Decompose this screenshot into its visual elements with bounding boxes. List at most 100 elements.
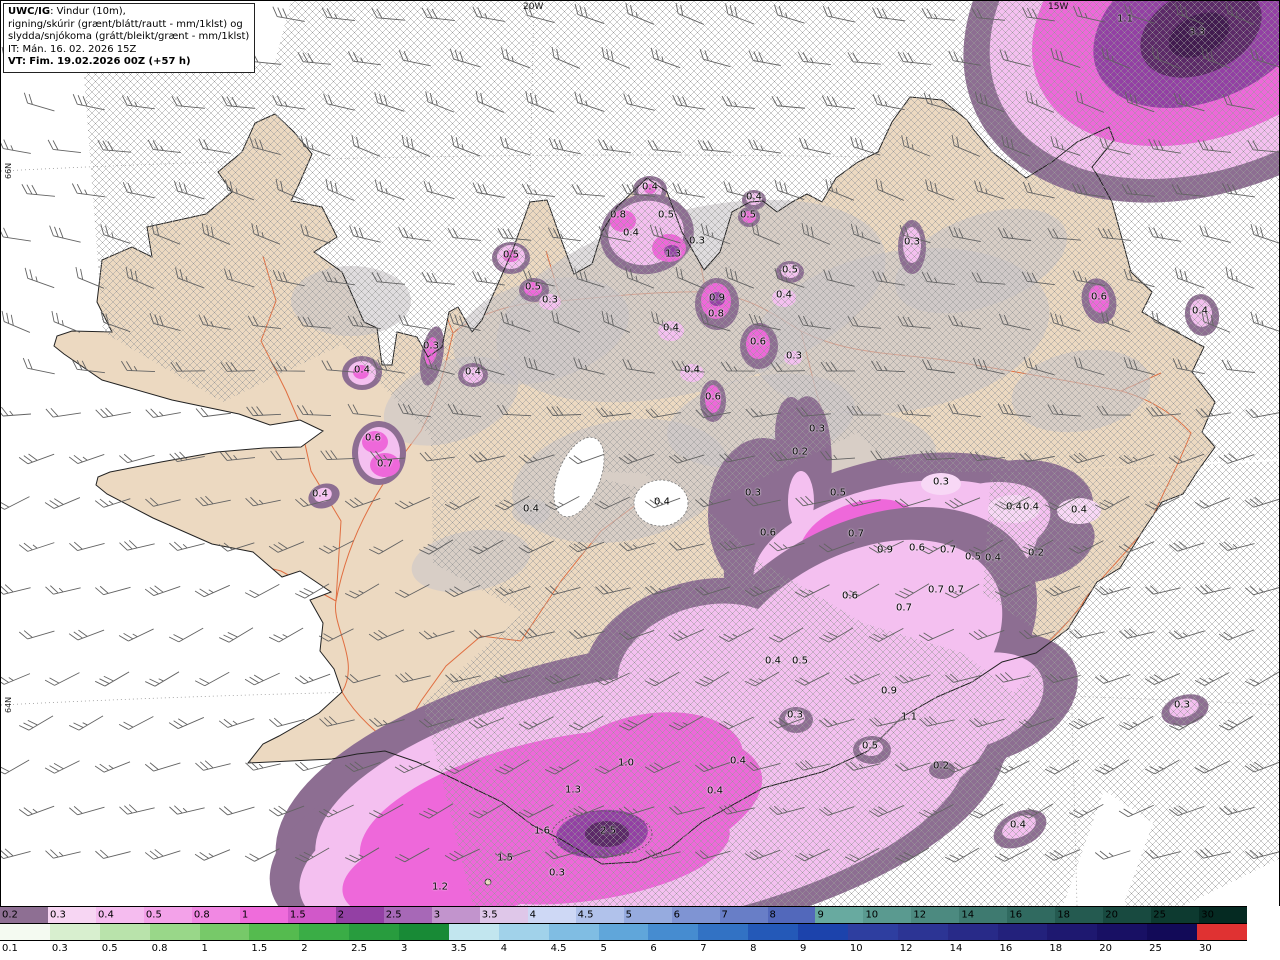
- precip-value-label: 0.5: [830, 487, 846, 499]
- precip-value-label: 0.4: [684, 364, 700, 376]
- rain-scale-tick-label: 3.5: [450, 943, 467, 954]
- precip-value-label: 1.3: [565, 784, 581, 796]
- sleet-scale-cell: 18: [1055, 907, 1104, 923]
- precip-value-label: 0.5: [658, 209, 674, 221]
- precip-value-label: 0.9: [877, 544, 893, 556]
- init-time: IT: Mán. 16. 02. 2026 15Z: [8, 44, 249, 57]
- precip-value-label: 0.3: [933, 476, 949, 488]
- rain-scale-cell: [299, 924, 350, 940]
- precip-value-label: 0.4: [1006, 501, 1022, 513]
- precip-value-label: 0.4: [765, 655, 781, 667]
- sleet-scale-tick-label: 9: [817, 909, 824, 921]
- precip-value-label: 0.4: [776, 289, 792, 301]
- precip-value-label: 0.7: [940, 544, 956, 556]
- precip-value-label: 3.3: [1189, 26, 1205, 38]
- rain-scale-tick-label: 20: [1099, 943, 1112, 954]
- sleet-scale-tick-label: 2.5: [385, 909, 402, 921]
- rain-scale-cell: [1097, 924, 1148, 940]
- sleet-scale-cell: 1: [239, 907, 288, 923]
- sleet-scale-tick-label: 0.2: [2, 909, 18, 921]
- sleet-scale-tick-label: 5: [625, 909, 632, 921]
- sleet-scale-cell: 7: [719, 907, 768, 923]
- precip-value-label: 0.7: [848, 528, 864, 540]
- rain-scale-cell: [947, 924, 998, 940]
- precip-value-label: 0.4: [1192, 305, 1208, 317]
- sleet-scale-cell: 6: [671, 907, 720, 923]
- sleet-scale-tick-label: 25: [1153, 909, 1166, 921]
- sleet-scale-tick-label: 18: [1057, 909, 1071, 921]
- precip-value-label: 0.8: [610, 209, 626, 221]
- title-line3: slydda/snjókoma (grátt/bleikt/grænt - mm…: [8, 31, 250, 42]
- title-line1: UWC/IG: Vindur (10m),: [8, 6, 249, 19]
- sleet-scale-cell: 0.4: [95, 907, 144, 923]
- rain-scale-tick-label: 16: [999, 943, 1013, 954]
- sleet-scale-cell: 12: [911, 907, 960, 923]
- precip-value-label: 0.7: [377, 458, 393, 470]
- sleet-scale-tick-label: 3.5: [481, 909, 498, 921]
- title-line1-rest: : Vindur (10m),: [50, 6, 126, 17]
- precip-value-label: 0.6: [750, 336, 766, 348]
- map-canvas: [1, 1, 1279, 906]
- rain-scale-cell: [448, 924, 499, 940]
- rain-scale-tick-label: 0.5: [101, 943, 118, 954]
- precip-value-label: 0.5: [525, 281, 541, 293]
- sleet-scale-cell: 0.2: [0, 907, 48, 923]
- precip-value-label: 0.4: [1071, 504, 1087, 516]
- rain-scale-tick-label: 5: [600, 943, 607, 954]
- precip-value-label: 1.1: [901, 711, 917, 723]
- valid-time-label: VT:: [8, 56, 27, 67]
- rain-scale-tick-label: 9: [800, 943, 807, 954]
- rain-scale-tick-label: 1: [201, 943, 208, 954]
- precip-value-label: 0.2: [792, 446, 808, 458]
- sleet-scale-tick-label: 0.8: [193, 909, 210, 921]
- rain-scale-tick-label: 30: [1199, 943, 1212, 954]
- sleet-scale-cell: 8: [767, 907, 816, 923]
- precip-value-label: 0.8: [708, 308, 724, 320]
- precip-value-label: 0.5: [862, 740, 878, 752]
- valid-time-value: Fim. 19.02.2026 00Z (+57 h): [29, 56, 191, 67]
- sleet-scale-cell: 25: [1151, 907, 1200, 923]
- rain-scale-cell: [0, 924, 50, 940]
- rain-scale-tick-label: 10: [849, 943, 863, 954]
- rain-scale-tick-label: 0.8: [151, 943, 168, 954]
- precip-value-label: 0.4: [642, 181, 658, 193]
- precip-value-label: 1.3: [665, 248, 681, 260]
- precip-value-label: 0.6: [1091, 291, 1107, 303]
- sleet-scale-cell: 0.8: [191, 907, 240, 923]
- rain-scale-cell: [349, 924, 399, 940]
- precip-value-label: 1.0: [618, 757, 634, 769]
- rain-scale-cell: [99, 924, 150, 940]
- sleet-scale-cell: 0.3: [47, 907, 96, 923]
- precip-value-label: 0.3: [549, 867, 565, 879]
- precip-value-label: 0.4: [707, 785, 723, 797]
- rain-scale-cell: [199, 924, 250, 940]
- rain-scale-tick-label: 8: [750, 943, 757, 954]
- sleet-snow-scalebar: 0.2 0.3 0.4 0.5 0.8 1 1.5 2 2.5 3 3.5 4 4.5 5 6 7 8 9 10 12…: [0, 906, 1248, 923]
- rain-scale-tick-label: 18: [1049, 943, 1063, 954]
- valid-time: VT: Fim. 19.02.2026 00Z (+57 h): [8, 56, 249, 69]
- sleet-scale-tick-label: 0.3: [49, 909, 66, 921]
- rain-scale-tick-label: 4.5: [550, 943, 567, 954]
- rain-scale-cell: [399, 924, 449, 940]
- precip-value-label: 0.3: [787, 709, 803, 721]
- sleet-scale-cell: 30: [1199, 907, 1248, 923]
- longitude-label: 15W: [1048, 2, 1069, 12]
- sleet-scale-cell: 3: [431, 907, 480, 923]
- rain-scale-tick-label: 2: [301, 943, 308, 954]
- rain-scale-tick-label: 3: [401, 943, 408, 954]
- rain-scale-cell: [897, 924, 948, 940]
- model-name: UWC/IG: [8, 6, 51, 17]
- sleet-scale-tick-label: 7: [721, 909, 728, 921]
- precip-value-label: 0.3: [542, 294, 558, 306]
- precip-value-label: 0.3: [745, 487, 761, 499]
- sleet-scale-cell: 9: [815, 907, 864, 923]
- precip-value-label: 0.7: [896, 602, 912, 614]
- sleet-scale-cell: 0.5: [143, 907, 192, 923]
- precip-value-label: 0.7: [948, 584, 964, 596]
- rain-scale-cell: [698, 924, 749, 940]
- color-scale-legend: 0.2 0.3 0.4 0.5 0.8 1 1.5 2 2.5 3 3.5 4 4.5 5 6 7 8 9 10 12…: [0, 906, 1280, 960]
- precip-value-label: 0.6: [909, 542, 925, 554]
- sleet-scale-cell: 2: [335, 907, 384, 923]
- precip-value-label: 0.3: [423, 340, 439, 352]
- rain-scale-cell: [1197, 924, 1247, 940]
